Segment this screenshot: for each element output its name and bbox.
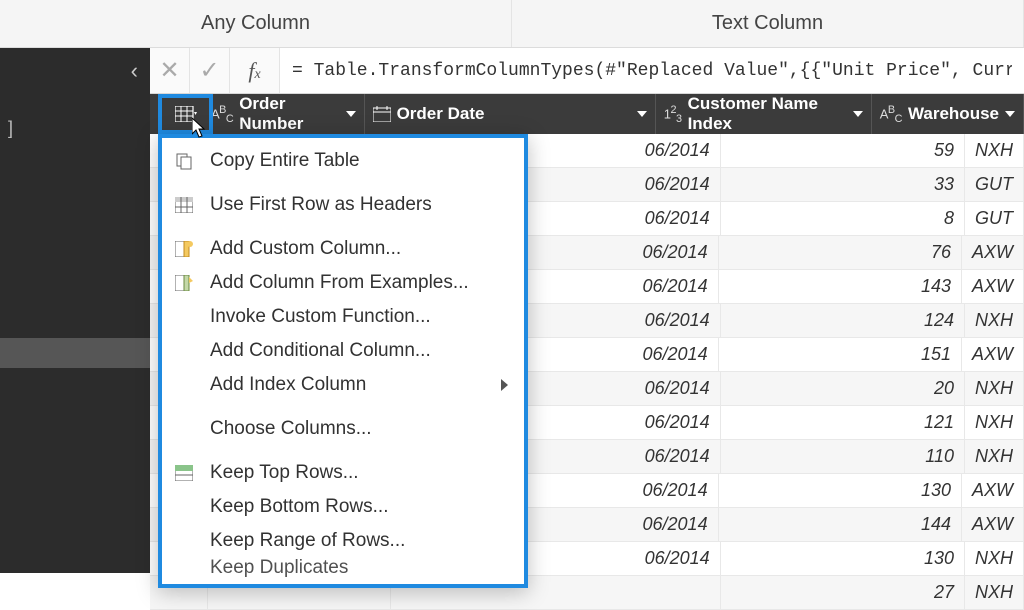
cell-warehouse: AXW (962, 508, 1024, 541)
table-context-menu: Copy Entire Table Use First Row as Heade… (158, 134, 528, 588)
menu-keep-range-of-rows[interactable]: Keep Range of Rows... (162, 524, 524, 558)
custom-column-icon (170, 238, 198, 260)
cell-warehouse: NXH (965, 372, 1024, 405)
cell-warehouse: AXW (962, 338, 1024, 371)
column-examples-icon (170, 272, 198, 294)
empty-icon (170, 306, 198, 328)
cell-customer-index: 8 (721, 202, 965, 235)
table-header-icon (170, 194, 198, 216)
table-icon (175, 106, 197, 122)
ribbon-group-any-column: Any Column (0, 0, 512, 47)
menu-label: Invoke Custom Function... (210, 306, 431, 328)
cell-warehouse: NXH (965, 542, 1024, 575)
cell-warehouse: AXW (962, 270, 1024, 303)
menu-invoke-custom-function[interactable]: Invoke Custom Function... (162, 300, 524, 334)
cancel-formula-button[interactable]: ✕ (150, 48, 190, 93)
cell-customer-index: 144 (719, 508, 962, 541)
queries-sidebar: ‹ ] (0, 48, 150, 573)
cell-customer-index: 33 (721, 168, 965, 201)
column-label: Warehouse (908, 104, 999, 124)
cell-customer-index: 27 (721, 576, 965, 609)
cell-customer-index: 110 (721, 440, 965, 473)
empty-icon (170, 340, 198, 362)
menu-choose-columns[interactable]: Choose Columns... (162, 412, 524, 446)
column-header-warehouse[interactable]: ABC Warehouse (872, 94, 1024, 134)
cell-customer-index: 151 (719, 338, 962, 371)
number-type-icon: 123 (664, 104, 682, 125)
column-header-order-number[interactable]: ABC Order Number (203, 94, 365, 134)
menu-label: Add Conditional Column... (210, 340, 431, 362)
empty-icon (170, 496, 198, 518)
column-label: Customer Name Index (688, 94, 847, 134)
menu-label: Keep Range of Rows... (210, 530, 405, 552)
formula-input[interactable] (280, 48, 1024, 93)
submenu-arrow-icon (501, 379, 508, 391)
keep-rows-icon (170, 462, 198, 484)
cell-warehouse: GUT (965, 168, 1024, 201)
fx-icon[interactable]: fx (230, 48, 280, 93)
filter-dropdown-icon[interactable] (637, 111, 647, 117)
cell-customer-index: 76 (719, 236, 962, 269)
formula-bar: ✕ ✓ fx (150, 48, 1024, 94)
menu-label: Keep Top Rows... (210, 462, 359, 484)
menu-add-column-from-examples[interactable]: Add Column From Examples... (162, 266, 524, 300)
ribbon-label: Text Column (712, 12, 823, 35)
menu-add-index-column[interactable]: Add Index Column (162, 368, 524, 402)
cell-warehouse: NXH (965, 406, 1024, 439)
abc-type-icon: ABC (211, 104, 233, 125)
ribbon-label: Any Column (201, 12, 310, 35)
empty-icon (170, 374, 198, 396)
query-item-selected[interactable] (0, 338, 150, 368)
calendar-icon (373, 106, 391, 122)
cell-customer-index: 130 (719, 474, 962, 507)
abc-type-icon: ABC (880, 104, 902, 125)
query-item[interactable]: ] (8, 118, 13, 139)
cell-customer-index: 59 (721, 134, 965, 167)
empty-icon (170, 418, 198, 440)
filter-dropdown-icon[interactable] (1005, 111, 1015, 117)
cell-warehouse: NXH (965, 134, 1024, 167)
menu-keep-bottom-rows[interactable]: Keep Bottom Rows... (162, 490, 524, 524)
cell-warehouse: NXH (965, 440, 1024, 473)
menu-label: Keep Duplicates (210, 558, 348, 578)
menu-label: Add Custom Column... (210, 238, 401, 260)
cell-warehouse: NXH (965, 304, 1024, 337)
column-header-order-date[interactable]: Order Date (365, 94, 656, 134)
menu-add-conditional-column[interactable]: Add Conditional Column... (162, 334, 524, 368)
filter-dropdown-icon[interactable] (853, 111, 863, 117)
cell-customer-index: 121 (721, 406, 965, 439)
ribbon-group-text-column: Text Column (512, 0, 1024, 47)
column-header-customer-index[interactable]: 123 Customer Name Index (656, 94, 872, 134)
ribbon: Any Column Text Column (0, 0, 1024, 48)
menu-copy-entire-table[interactable]: Copy Entire Table (162, 144, 524, 178)
cell-customer-index: 130 (721, 542, 965, 575)
grid-header: ABC Order Number Order Date 123 Customer… (150, 94, 1024, 134)
cell-customer-index: 20 (721, 372, 965, 405)
cell-warehouse: AXW (962, 474, 1024, 507)
menu-label: Use First Row as Headers (210, 194, 432, 216)
copy-icon (170, 150, 198, 172)
column-label: Order Number (239, 94, 339, 134)
menu-keep-top-rows[interactable]: Keep Top Rows... (162, 456, 524, 490)
menu-keep-duplicates[interactable]: Keep Duplicates (162, 558, 524, 578)
menu-add-custom-column[interactable]: Add Custom Column... (162, 232, 524, 266)
menu-label: Choose Columns... (210, 418, 372, 440)
cell-customer-index: 124 (721, 304, 965, 337)
menu-label: Copy Entire Table (210, 150, 360, 172)
sidebar-collapse-button[interactable]: ‹ (131, 58, 138, 84)
empty-icon (170, 530, 198, 552)
cell-warehouse: GUT (965, 202, 1024, 235)
empty-icon (170, 558, 198, 578)
cell-warehouse: AXW (962, 236, 1024, 269)
table-corner-highlight (158, 94, 213, 134)
menu-label: Add Column From Examples... (210, 272, 469, 294)
menu-label: Add Index Column (210, 374, 366, 396)
filter-dropdown-icon[interactable] (346, 111, 356, 117)
menu-use-first-row-as-headers[interactable]: Use First Row as Headers (162, 188, 524, 222)
cell-customer-index: 143 (719, 270, 962, 303)
column-label: Order Date (397, 104, 485, 124)
menu-label: Keep Bottom Rows... (210, 496, 388, 518)
cell-warehouse: NXH (965, 576, 1024, 609)
accept-formula-button[interactable]: ✓ (190, 48, 230, 93)
